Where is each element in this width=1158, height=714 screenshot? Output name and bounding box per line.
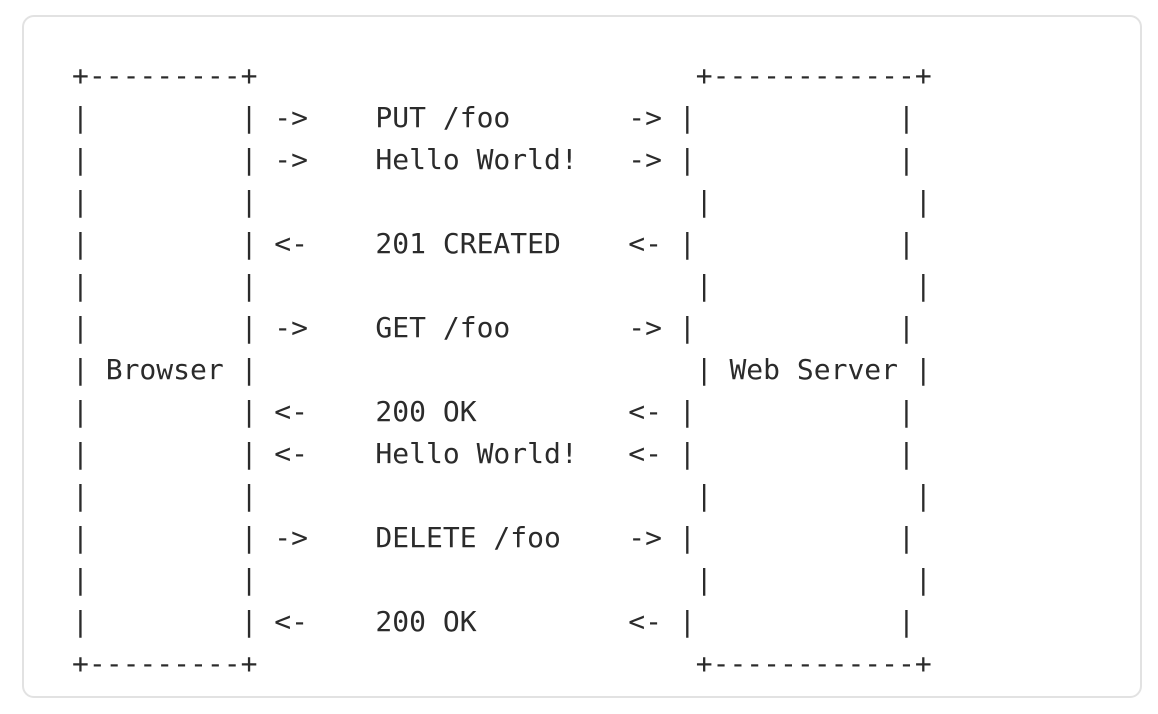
diagram-top-border: +---------+ +------------+	[72, 59, 932, 92]
diagram-line-delete-request: | | -> DELETE /foo -> | |	[72, 521, 915, 554]
diagram-line-put-body: | | -> Hello World! -> | |	[72, 143, 915, 176]
diagram-line-get-body: | | <- Hello World! <- | |	[72, 437, 915, 470]
diagram-line-spacer: | | | |	[72, 269, 932, 302]
diagram-line-created-response: | | <- 201 CREATED <- | |	[72, 227, 915, 260]
ascii-sequence-diagram: +---------+ +------------+ | | -> PUT /fo…	[72, 55, 932, 685]
diagram-line-put-request: | | -> PUT /foo -> | |	[72, 101, 915, 134]
diagram-line-get-request: | | -> GET /foo -> | |	[72, 311, 915, 344]
diagram-line-spacer: | | | |	[72, 185, 932, 218]
diagram-bottom-border: +---------+ +------------+	[72, 647, 932, 680]
diagram-line-spacer: | | | |	[72, 479, 932, 512]
diagram-line-actor-labels: | Browser | | Web Server |	[72, 353, 932, 386]
diagram-line-delete-response: | | <- 200 OK <- | |	[72, 605, 915, 638]
code-block: +---------+ +------------+ | | -> PUT /fo…	[22, 15, 1142, 698]
diagram-line-spacer: | | | |	[72, 563, 932, 596]
diagram-line-ok-response: | | <- 200 OK <- | |	[72, 395, 915, 428]
